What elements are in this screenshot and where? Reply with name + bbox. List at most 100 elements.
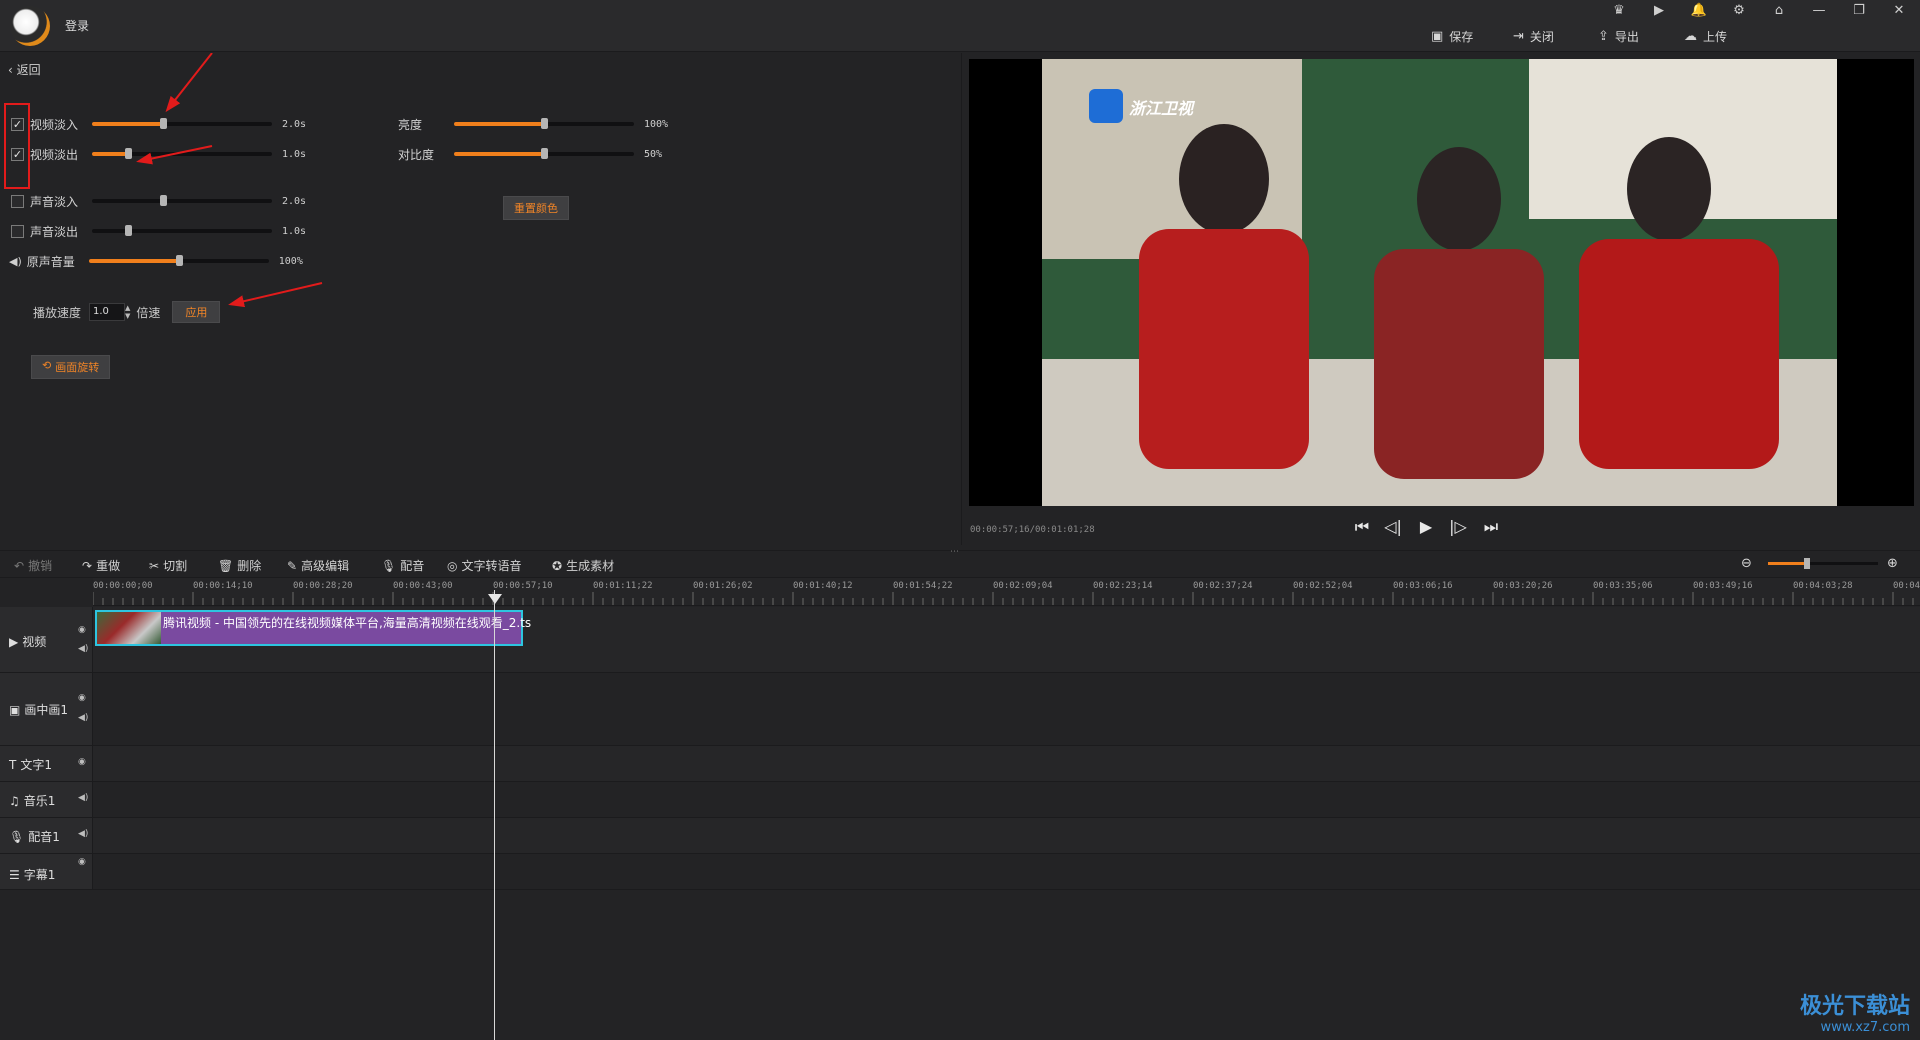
track-content[interactable]	[93, 854, 1920, 890]
skip-to-end-icon[interactable]: ⏭	[1479, 516, 1503, 538]
login-link[interactable]: 登录	[65, 17, 89, 34]
slider-handle[interactable]	[125, 225, 132, 236]
ruler-time-label: 00:01:11;22	[593, 581, 653, 591]
notification-bell-icon[interactable]: 🔔	[1689, 2, 1709, 20]
timeline-ruler[interactable]: 00:00:00;00 00:00:14;10 00:00:28;20 00:00:4…	[93, 578, 1920, 606]
slider-handle[interactable]	[160, 195, 167, 206]
redo-label: 重做	[96, 559, 121, 573]
speed-stepper[interactable]: ▲ ▼	[125, 304, 130, 320]
text-icon: T	[9, 757, 17, 772]
save-button[interactable]: ▣ 保存	[1431, 26, 1473, 46]
speaker-icon[interactable]: ◀)	[78, 713, 88, 723]
slider-handle[interactable]	[541, 118, 548, 129]
close-window-icon[interactable]: ✕	[1889, 2, 1909, 20]
timeline-zoom-slider[interactable]	[1768, 558, 1878, 569]
speaker-icon[interactable]: ◀)	[78, 793, 88, 803]
video-fade-out-value: 1.0s	[282, 148, 307, 160]
text-to-speech-button[interactable]: ◎ 文字转语音	[447, 557, 522, 574]
track-content[interactable]	[93, 782, 1920, 818]
tts-label: 文字转语音	[461, 559, 522, 573]
dub-button[interactable]: 🎙 配音	[381, 557, 424, 574]
restore-icon[interactable]: ❐	[1849, 2, 1869, 20]
back-button[interactable]: ‹ 返回	[8, 61, 41, 78]
speaker-icon[interactable]: ◀)	[78, 829, 88, 839]
apply-speed-button[interactable]: 应用	[172, 301, 221, 323]
track-content[interactable]: 腾讯视频 - 中国领先的在线视频媒体平台,海量高清视频在线观看_2.ts	[93, 607, 1920, 673]
slider-handle[interactable]	[175, 255, 183, 266]
video-clip[interactable]: 腾讯视频 - 中国领先的在线视频媒体平台,海量高清视频在线观看_2.ts	[95, 610, 531, 646]
video-track-icon: ▶	[9, 634, 19, 649]
video-fade-in-slider[interactable]	[92, 118, 272, 129]
slider-fill	[92, 152, 128, 156]
slider-handle[interactable]	[125, 148, 132, 159]
upload-button[interactable]: ☁ 上传	[1684, 26, 1727, 46]
video-track: ▶ 视频 ◉ ◀) 腾讯视频 - 中国领先的在线视频媒体平台,海量高清视频在线观看…	[0, 607, 1920, 673]
effect-settings-panel: ‹ 返回 ✓ 视频淡入 2.0s ✓ 视频淡出 1.0s 声音淡入 2.0s 声…	[0, 53, 960, 545]
step-back-icon[interactable]: ◁|	[1381, 516, 1405, 538]
subtitle-track-label: ☰ 字幕1	[9, 866, 55, 883]
ruler-time-label: 00:02:23;14	[1093, 581, 1153, 591]
track-content[interactable]	[93, 746, 1920, 782]
ruler-time-label: 00:00:28;20	[293, 581, 353, 591]
video-preview[interactable]: 浙江卫视	[969, 59, 1914, 506]
stepper-down-icon[interactable]: ▼	[125, 312, 130, 320]
brightness-slider[interactable]	[454, 118, 634, 129]
step-forward-icon[interactable]: |▷	[1446, 516, 1470, 538]
track-content[interactable]	[93, 673, 1920, 746]
track-content[interactable]	[93, 818, 1920, 854]
text-track: T 文字1 ◉	[0, 746, 1920, 782]
settings-gear-icon[interactable]: ⚙	[1729, 2, 1749, 20]
minimize-icon[interactable]: —	[1809, 2, 1829, 20]
pip-track: ▣ 画中画1 ◉ ◀)	[0, 673, 1920, 746]
rotate-button[interactable]: ⟲ 画面旋转	[31, 355, 111, 379]
zoom-out-icon[interactable]: ⊖	[1741, 556, 1752, 571]
playhead-line[interactable]	[494, 590, 495, 1040]
audio-fade-in-slider[interactable]	[92, 195, 272, 206]
pip-track-label: ▣ 画中画1	[9, 701, 68, 718]
playhead-handle[interactable]	[488, 594, 502, 604]
home-icon[interactable]: ⌂	[1769, 2, 1789, 20]
undo-button[interactable]: ↶ 撤销	[14, 557, 52, 574]
timeline-empty-area[interactable]	[0, 890, 1920, 1040]
eye-icon[interactable]: ◉	[78, 757, 86, 767]
track-header: ♫ 音乐1 ◀)	[0, 782, 93, 818]
slider-handle[interactable]	[160, 118, 167, 129]
original-volume-slider[interactable]	[88, 255, 269, 266]
slider-fill	[92, 122, 164, 126]
export-button[interactable]: ⇪ 导出	[1598, 26, 1639, 46]
skip-to-start-icon[interactable]: ⏮	[1350, 516, 1374, 538]
generate-material-button[interactable]: ✪ 生成素材	[552, 557, 614, 574]
delete-button[interactable]: 🗑 删除	[218, 557, 261, 574]
export-label: 导出	[1614, 29, 1639, 44]
audio-fade-in-checkbox[interactable]	[11, 194, 24, 208]
reset-color-button[interactable]: 重置颜色	[503, 196, 569, 220]
app-logo[interactable]	[10, 6, 50, 46]
slider-handle[interactable]	[541, 148, 548, 159]
zoom-in-icon[interactable]: ⊕	[1887, 556, 1898, 571]
stepper-up-icon[interactable]: ▲	[125, 304, 130, 312]
preview-panel: 浙江卫视 00:00:57;16/00:01:01;28 ⏮ ◁| ▶ |▷ ⏭	[961, 53, 1920, 545]
audio-fade-out-checkbox[interactable]	[11, 224, 24, 238]
original-volume-row: ◀) 原声音量 100%	[9, 251, 303, 271]
contrast-slider[interactable]	[454, 148, 634, 159]
eye-icon[interactable]: ◉	[78, 625, 86, 635]
video-fade-out-slider[interactable]	[92, 148, 272, 159]
speed-input[interactable]: 1.0	[89, 303, 126, 321]
video-tutorial-icon[interactable]: ▶	[1649, 2, 1669, 20]
speaker-icon[interactable]: ◀)	[9, 255, 22, 268]
redo-button[interactable]: ↷ 重做	[82, 557, 120, 574]
audio-fade-out-slider[interactable]	[92, 225, 272, 236]
play-icon[interactable]: ▶	[1414, 516, 1438, 538]
eye-icon[interactable]: ◉	[78, 693, 86, 703]
slider-handle[interactable]	[1804, 558, 1810, 569]
track-header: ▣ 画中画1 ◉ ◀)	[0, 673, 93, 746]
close-project-button[interactable]: ⇥ 关闭	[1513, 26, 1554, 46]
advanced-edit-button[interactable]: ✎ 高级编辑	[287, 557, 349, 574]
contrast-label: 对比度	[398, 147, 435, 162]
speaker-icon[interactable]: ◀)	[78, 644, 88, 654]
close-label: 关闭	[1529, 29, 1554, 44]
eye-icon[interactable]: ◉	[78, 857, 86, 867]
cut-button[interactable]: ✂ 切割	[149, 557, 187, 574]
vip-crown-icon[interactable]: ♛	[1609, 2, 1629, 20]
panel-resize-handle[interactable]: ⋯	[950, 547, 959, 557]
